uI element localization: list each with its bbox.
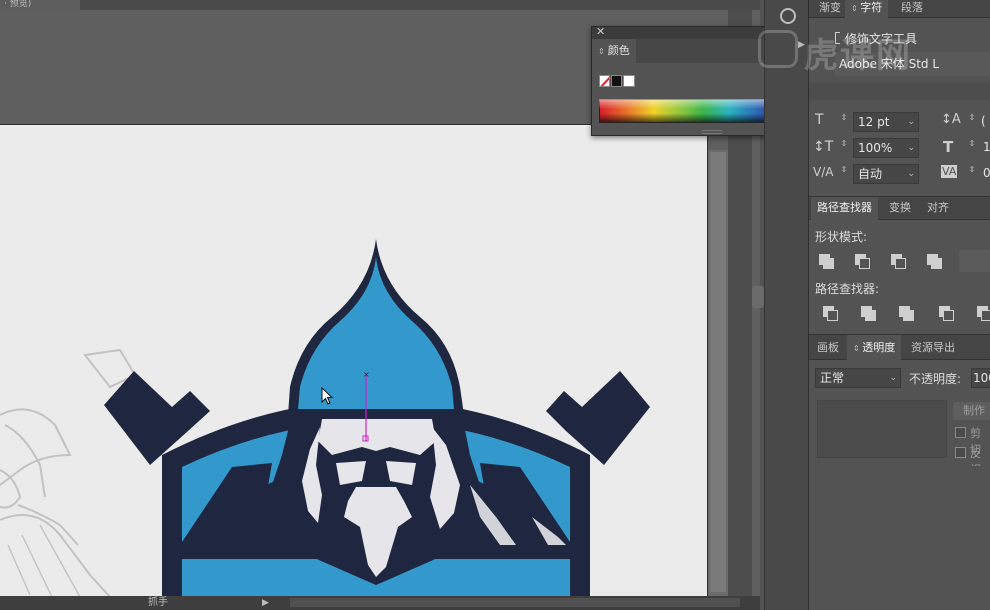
opacity-field[interactable]: 100 xyxy=(971,368,990,388)
svg-text:×: × xyxy=(363,370,370,379)
tracking-icon: VA xyxy=(941,165,958,178)
horizontal-scale-icon: T xyxy=(943,138,954,156)
leading-value[interactable]: ( xyxy=(981,114,986,128)
tab-character[interactable]: ⇕ 字符 xyxy=(845,0,889,18)
tab-transparency[interactable]: ⇕ 透明度 xyxy=(847,335,902,361)
artboard[interactable]: × xyxy=(0,124,708,596)
status-menu-arrow-icon[interactable]: ▶ xyxy=(262,596,269,610)
swatch-white[interactable] xyxy=(623,75,635,87)
pathfinder-panel-tabbar: 路径查找器 变换 对齐 xyxy=(809,196,990,220)
tab-character-label: 字符 xyxy=(860,1,883,14)
collapsed-panel-strip xyxy=(764,0,808,610)
swatch-black[interactable] xyxy=(611,75,622,87)
tab-artboards[interactable]: 画板 xyxy=(811,335,845,361)
blend-mode-value: 正常 xyxy=(820,371,845,385)
tracking-value[interactable]: 0 xyxy=(983,166,990,180)
expand-button[interactable] xyxy=(959,250,990,272)
clip-checkbox[interactable] xyxy=(955,427,966,438)
horizontal-scale-stepper[interactable]: ⇕ xyxy=(967,140,977,148)
panel-empty-area xyxy=(809,466,990,610)
vertical-scale-value: 100% xyxy=(858,141,893,155)
dock-resize-handle[interactable] xyxy=(752,286,764,308)
right-panel: 渐变 ⇕ 字符 段落 修饰文字工具 Adobe 宋体 Std L T ⇕ 12 … xyxy=(808,0,990,610)
chevron-down-icon[interactable]: ⌄ xyxy=(889,369,897,387)
intersect-icon[interactable] xyxy=(891,254,906,269)
trim-icon[interactable] xyxy=(861,306,876,321)
horizontal-scrollbar[interactable] xyxy=(290,598,740,607)
mouse-cursor-icon xyxy=(321,387,334,405)
crop-icon[interactable] xyxy=(939,306,954,321)
vertical-scrollbar-thumb[interactable] xyxy=(710,152,726,592)
make-mask-button[interactable]: 制作 xyxy=(953,402,990,420)
invert-mask-checkbox[interactable] xyxy=(955,447,966,458)
font-size-field[interactable]: 12 pt ⌄ xyxy=(853,112,919,132)
tab-pathfinder[interactable]: 路径查找器 xyxy=(811,197,878,220)
close-icon[interactable]: ✕ xyxy=(596,25,605,38)
kerning-icon: V/A xyxy=(813,165,834,179)
pathfinders-label: 路径查找器: xyxy=(815,282,880,296)
chevron-down-icon[interactable]: ⌄ xyxy=(907,113,915,131)
tab-color[interactable]: ⇕ 颜色 xyxy=(592,39,636,63)
vertical-scale-stepper[interactable]: ⇕ xyxy=(839,140,849,148)
document-tab-bar: · 预览) xyxy=(0,0,760,10)
brightness-icon[interactable] xyxy=(780,8,796,24)
tab-align[interactable]: 对齐 xyxy=(921,197,955,219)
tracking-stepper[interactable]: ⇕ xyxy=(967,166,977,174)
warrior-emblem-illustration: × xyxy=(104,239,650,596)
status-bar: 抓手 ▶ xyxy=(0,596,760,610)
chevron-down-icon[interactable]: ⌄ xyxy=(907,165,915,183)
watermark-logo-icon xyxy=(758,30,798,68)
panel-resize-grip[interactable] xyxy=(702,130,722,134)
chevron-down-icon[interactable]: ⌄ xyxy=(907,139,915,157)
divide-icon[interactable] xyxy=(823,306,838,321)
font-size-stepper[interactable]: ⇕ xyxy=(839,114,849,122)
shape-modes-label: 形状模式: xyxy=(815,230,868,244)
tab-paragraph[interactable]: 段落 xyxy=(895,0,929,16)
vertical-scale-field[interactable]: 100% ⌄ xyxy=(853,138,919,158)
tab-color-label: 颜色 xyxy=(607,44,630,57)
status-current-tool[interactable]: 抓手 xyxy=(148,596,168,610)
horizontal-scale-value[interactable]: 1 xyxy=(983,140,990,154)
mask-thumbnail[interactable] xyxy=(817,400,947,458)
outline-icon[interactable] xyxy=(977,306,990,321)
exclude-icon[interactable] xyxy=(927,254,942,269)
document-tab[interactable]: · 预览) xyxy=(0,0,80,10)
tab-transform[interactable]: 变换 xyxy=(883,197,917,219)
kerning-value: 自动 xyxy=(858,167,883,181)
swatch-none[interactable] xyxy=(599,75,610,87)
font-style-field[interactable] xyxy=(809,82,990,100)
tab-gradient[interactable]: 渐变 xyxy=(813,0,847,16)
leading-stepper[interactable]: ⇕ xyxy=(967,114,977,122)
kerning-field[interactable]: 自动 ⌄ xyxy=(853,164,919,184)
kerning-stepper[interactable]: ⇕ xyxy=(839,166,849,174)
tab-transparency-label: 透明度 xyxy=(862,341,896,354)
opacity-label: 不透明度: xyxy=(909,372,962,386)
vertical-scrollbar[interactable] xyxy=(708,150,728,596)
unite-icon[interactable] xyxy=(819,254,834,269)
opacity-value: 100 xyxy=(973,371,990,385)
watermark-text: 虎课网 xyxy=(804,36,912,76)
font-size-value: 12 pt xyxy=(858,115,890,129)
tab-asset-export[interactable]: 资源导出 xyxy=(905,335,961,361)
merge-icon[interactable] xyxy=(899,306,914,321)
minus-front-icon[interactable] xyxy=(855,254,870,269)
transparency-panel-tabbar: 画板 ⇕ 透明度 资源导出 xyxy=(809,334,990,361)
font-size-icon: T xyxy=(815,112,824,128)
blend-mode-select[interactable]: 正常 ⌄ xyxy=(815,368,901,388)
expand-chevron-icon[interactable]: ⇕ xyxy=(598,47,605,56)
character-panel-tabbar: 渐变 ⇕ 字符 段落 xyxy=(809,0,990,18)
leading-icon: ↕A xyxy=(941,112,961,127)
vertical-scale-icon: ↕T xyxy=(813,139,834,155)
